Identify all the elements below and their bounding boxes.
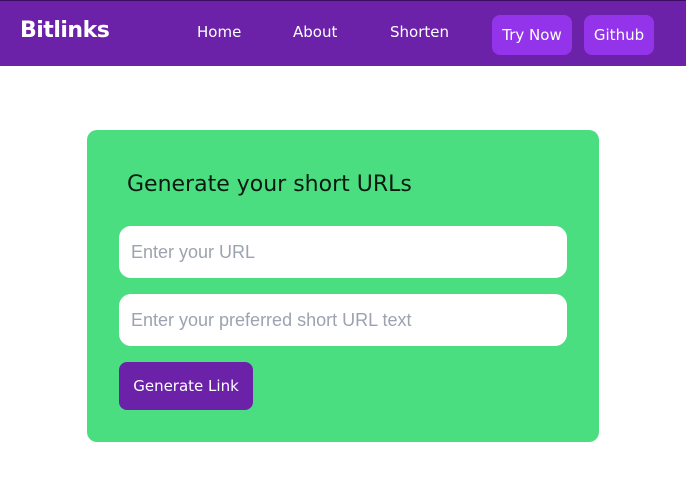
nav-link-home[interactable]: Home xyxy=(197,23,241,41)
github-button[interactable]: Github xyxy=(584,15,654,55)
card-title: Generate your short URLs xyxy=(127,172,412,197)
brand-logo[interactable]: Bitlinks xyxy=(20,18,110,43)
url-input[interactable] xyxy=(119,226,567,278)
shorten-card: Generate your short URLs Generate Link xyxy=(87,130,599,442)
try-now-button[interactable]: Try Now xyxy=(492,15,572,55)
short-url-input[interactable] xyxy=(119,294,567,346)
nav-link-about[interactable]: About xyxy=(293,23,337,41)
navbar: Bitlinks Home About Shorten Try Now Gith… xyxy=(0,0,686,66)
generate-link-button[interactable]: Generate Link xyxy=(119,362,253,410)
nav-link-shorten[interactable]: Shorten xyxy=(390,23,449,41)
